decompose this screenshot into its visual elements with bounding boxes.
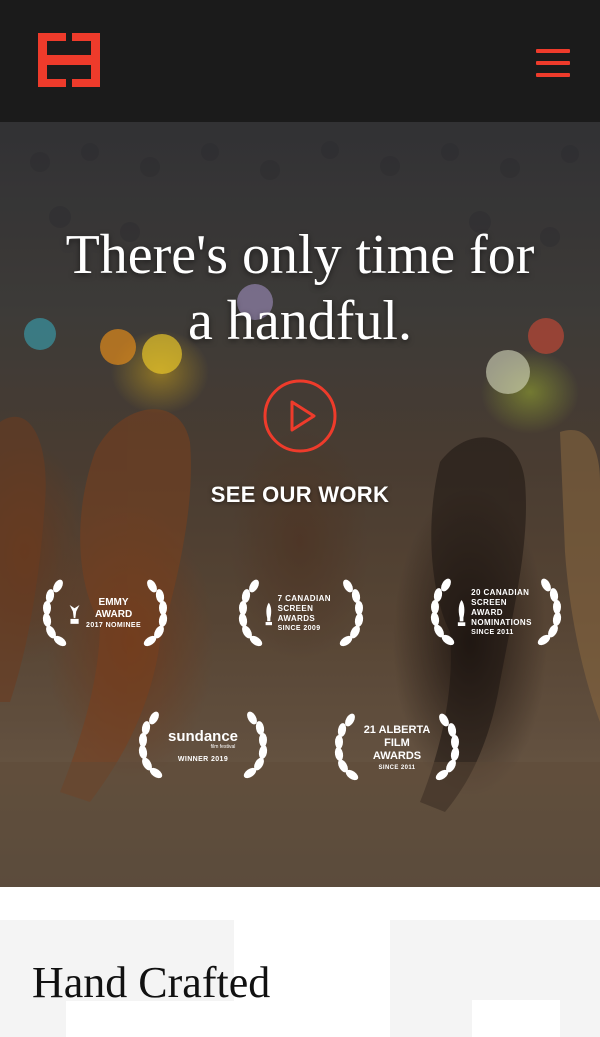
award-emmy-text: EMMY AWARD 2017 NOMINEE bbox=[68, 578, 142, 650]
hamburger-menu-icon[interactable] bbox=[536, 49, 570, 77]
laurel-left-icon bbox=[138, 711, 163, 779]
see-our-work-link[interactable]: SEE OUR WORK bbox=[0, 482, 600, 508]
award-sundance-text: sundance film festival WINNER 2019 bbox=[164, 710, 242, 784]
laurel-right-icon bbox=[143, 579, 168, 647]
emmy-statuette-icon bbox=[69, 604, 80, 624]
award-subtitle: SINCE 2011 bbox=[378, 764, 416, 771]
menu-bar bbox=[536, 61, 570, 65]
hero-title-line-1: There's only time for bbox=[65, 224, 535, 286]
award-canadian-screen-nominations: 20 CANADIAN SCREEN AWARD NOMINATIONS SIN… bbox=[428, 574, 564, 652]
hero-section: There's only time for a handful. SEE OUR… bbox=[0, 122, 600, 887]
hero-title: There's only time for a handful. bbox=[0, 222, 600, 354]
canadian-screen-award-icon bbox=[265, 602, 272, 626]
award-line: SCREEN AWARDS bbox=[277, 604, 316, 623]
award-csa-text: 7 CANADIAN SCREEN AWARDS SINCE 2009 bbox=[264, 578, 338, 650]
award-line: 7 CANADIAN bbox=[277, 594, 331, 603]
award-emmy: EMMY AWARD 2017 NOMINEE bbox=[40, 578, 170, 650]
laurel-right-icon bbox=[435, 713, 460, 781]
award-line: FILM AWARDS bbox=[372, 736, 422, 762]
award-canadian-screen-awards: 7 CANADIAN SCREEN AWARDS SINCE 2009 bbox=[236, 578, 366, 650]
menu-bar bbox=[536, 49, 570, 53]
award-subtitle: 2017 NOMINEE bbox=[86, 622, 142, 629]
hand-crafted-section: Hand Crafted bbox=[0, 887, 600, 1037]
award-csa-nominations-text: 20 CANADIAN SCREEN AWARD NOMINATIONS SIN… bbox=[456, 574, 536, 652]
award-line: 20 CANADIAN bbox=[471, 588, 530, 597]
top-navigation-bar bbox=[0, 0, 600, 122]
award-title: EMMY AWARD bbox=[94, 597, 133, 620]
laurel-right-icon bbox=[537, 578, 562, 646]
award-subtitle: WINNER 2019 bbox=[177, 756, 229, 763]
h-monogram-logo-icon[interactable] bbox=[38, 33, 100, 87]
award-title-small: film festival bbox=[210, 744, 236, 750]
award-line: SCREEN AWARD bbox=[471, 598, 507, 617]
award-line: 21 ALBERTA bbox=[363, 723, 431, 736]
canadian-screen-award-icon bbox=[457, 600, 466, 626]
play-circle-icon[interactable] bbox=[262, 378, 338, 454]
laurel-left-icon bbox=[238, 579, 263, 647]
laurel-left-icon bbox=[430, 578, 455, 646]
laurel-left-icon bbox=[334, 713, 359, 781]
menu-bar bbox=[536, 73, 570, 77]
laurel-right-icon bbox=[339, 579, 364, 647]
award-subtitle: SINCE 2011 bbox=[471, 629, 514, 636]
award-title: sundance bbox=[167, 728, 239, 745]
award-alberta-text: 21 ALBERTA FILM AWARDS SINCE 2011 bbox=[360, 712, 434, 784]
laurel-left-icon bbox=[42, 579, 67, 647]
section-heading: Hand Crafted bbox=[32, 958, 271, 1007]
hero-title-line-2: a handful. bbox=[188, 290, 412, 352]
award-line: NOMINATIONS bbox=[471, 618, 532, 627]
award-subtitle: SINCE 2009 bbox=[277, 625, 321, 632]
award-sundance: sundance film festival WINNER 2019 bbox=[136, 710, 270, 784]
background-tile-cutout bbox=[472, 1000, 560, 1037]
award-alberta-film-awards: 21 ALBERTA FILM AWARDS SINCE 2011 bbox=[332, 712, 462, 784]
laurel-right-icon bbox=[243, 711, 268, 779]
